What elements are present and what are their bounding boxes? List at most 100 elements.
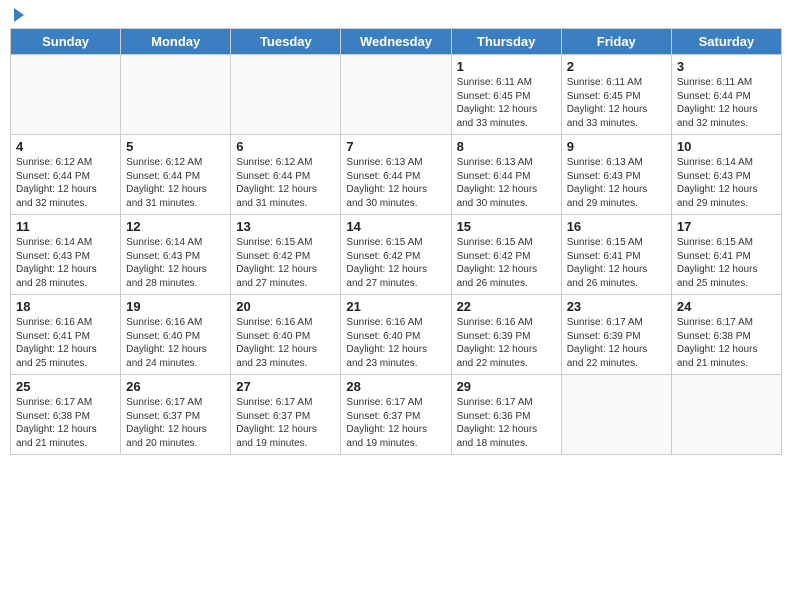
day-info: Sunrise: 6:17 AM Sunset: 6:38 PM Dayligh… xyxy=(16,396,115,450)
day-number: 6 xyxy=(236,139,335,154)
day-info: Sunrise: 6:14 AM Sunset: 6:43 PM Dayligh… xyxy=(677,156,776,210)
day-number: 16 xyxy=(567,219,666,234)
calendar-cell xyxy=(231,55,341,135)
day-info: Sunrise: 6:16 AM Sunset: 6:39 PM Dayligh… xyxy=(457,316,556,370)
calendar-cell: 29 Sunrise: 6:17 AM Sunset: 6:36 PM Dayli… xyxy=(451,375,561,455)
day-number: 24 xyxy=(677,299,776,314)
calendar-week-row: 1Sunrise: 6:11 AM Sunset: 6:45 PM Daylig… xyxy=(11,55,782,135)
calendar-cell: 19 Sunrise: 6:16 AM Sunset: 6:40 PM Dayli… xyxy=(121,295,231,375)
day-info: Sunrise: 6:15 AM Sunset: 6:41 PM Dayligh… xyxy=(677,236,776,290)
calendar-cell: 4Sunrise: 6:12 AM Sunset: 6:44 PM Daylig… xyxy=(11,135,121,215)
calendar-cell xyxy=(121,55,231,135)
day-info: Sunrise: 6:17 AM Sunset: 6:39 PM Dayligh… xyxy=(567,316,666,370)
calendar-cell: 16 Sunrise: 6:15 AM Sunset: 6:41 PM Dayli… xyxy=(561,215,671,295)
calendar-cell: 13 Sunrise: 6:15 AM Sunset: 6:42 PM Dayli… xyxy=(231,215,341,295)
calendar-cell: 10 Sunrise: 6:14 AM Sunset: 6:43 PM Dayli… xyxy=(671,135,781,215)
day-info: Sunrise: 6:15 AM Sunset: 6:42 PM Dayligh… xyxy=(457,236,556,290)
day-number: 17 xyxy=(677,219,776,234)
day-number: 20 xyxy=(236,299,335,314)
logo-arrow-icon xyxy=(14,8,24,22)
day-number: 27 xyxy=(236,379,335,394)
calendar-cell: 22 Sunrise: 6:16 AM Sunset: 6:39 PM Dayli… xyxy=(451,295,561,375)
calendar-week-row: 4Sunrise: 6:12 AM Sunset: 6:44 PM Daylig… xyxy=(11,135,782,215)
day-number: 15 xyxy=(457,219,556,234)
day-info: Sunrise: 6:16 AM Sunset: 6:41 PM Dayligh… xyxy=(16,316,115,370)
day-number: 10 xyxy=(677,139,776,154)
day-info: Sunrise: 6:11 AM Sunset: 6:44 PM Dayligh… xyxy=(677,76,776,130)
day-header-saturday: Saturday xyxy=(671,29,781,55)
calendar-cell: 18 Sunrise: 6:16 AM Sunset: 6:41 PM Dayli… xyxy=(11,295,121,375)
calendar-cell: 5 Sunrise: 6:12 AM Sunset: 6:44 PM Daylig… xyxy=(121,135,231,215)
day-info: Sunrise: 6:12 AM Sunset: 6:44 PM Dayligh… xyxy=(126,156,225,210)
day-header-friday: Friday xyxy=(561,29,671,55)
calendar-cell: 11 Sunrise: 6:14 AM Sunset: 6:43 PM Dayli… xyxy=(11,215,121,295)
day-number: 13 xyxy=(236,219,335,234)
calendar-cell: 2 Sunrise: 6:11 AM Sunset: 6:45 PM Daylig… xyxy=(561,55,671,135)
calendar-cell: 3Sunrise: 6:11 AM Sunset: 6:44 PM Daylig… xyxy=(671,55,781,135)
day-header-tuesday: Tuesday xyxy=(231,29,341,55)
day-info: Sunrise: 6:13 AM Sunset: 6:44 PM Dayligh… xyxy=(346,156,445,210)
day-header-monday: Monday xyxy=(121,29,231,55)
day-info: Sunrise: 6:16 AM Sunset: 6:40 PM Dayligh… xyxy=(236,316,335,370)
day-number: 8 xyxy=(457,139,556,154)
calendar-cell xyxy=(561,375,671,455)
day-info: Sunrise: 6:16 AM Sunset: 6:40 PM Dayligh… xyxy=(126,316,225,370)
day-number: 2 xyxy=(567,59,666,74)
day-number: 19 xyxy=(126,299,225,314)
day-info: Sunrise: 6:17 AM Sunset: 6:36 PM Dayligh… xyxy=(457,396,556,450)
day-header-sunday: Sunday xyxy=(11,29,121,55)
calendar-cell: 21 Sunrise: 6:16 AM Sunset: 6:40 PM Dayli… xyxy=(341,295,451,375)
calendar-cell: 25 Sunrise: 6:17 AM Sunset: 6:38 PM Dayli… xyxy=(11,375,121,455)
day-info: Sunrise: 6:15 AM Sunset: 6:41 PM Dayligh… xyxy=(567,236,666,290)
day-number: 7 xyxy=(346,139,445,154)
day-info: Sunrise: 6:17 AM Sunset: 6:37 PM Dayligh… xyxy=(346,396,445,450)
calendar-week-row: 18 Sunrise: 6:16 AM Sunset: 6:41 PM Dayli… xyxy=(11,295,782,375)
day-number: 18 xyxy=(16,299,115,314)
day-number: 22 xyxy=(457,299,556,314)
day-number: 25 xyxy=(16,379,115,394)
day-number: 14 xyxy=(346,219,445,234)
calendar-week-row: 25 Sunrise: 6:17 AM Sunset: 6:38 PM Dayli… xyxy=(11,375,782,455)
calendar-cell: 15 Sunrise: 6:15 AM Sunset: 6:42 PM Dayli… xyxy=(451,215,561,295)
day-info: Sunrise: 6:12 AM Sunset: 6:44 PM Dayligh… xyxy=(236,156,335,210)
day-info: Sunrise: 6:17 AM Sunset: 6:37 PM Dayligh… xyxy=(236,396,335,450)
day-number: 21 xyxy=(346,299,445,314)
calendar-cell: 14Sunrise: 6:15 AM Sunset: 6:42 PM Dayli… xyxy=(341,215,451,295)
calendar-cell: 7 Sunrise: 6:13 AM Sunset: 6:44 PM Daylig… xyxy=(341,135,451,215)
calendar-table: SundayMondayTuesdayWednesdayThursdayFrid… xyxy=(10,28,782,455)
day-info: Sunrise: 6:17 AM Sunset: 6:37 PM Dayligh… xyxy=(126,396,225,450)
day-number: 29 xyxy=(457,379,556,394)
day-number: 11 xyxy=(16,219,115,234)
calendar-cell: 12 Sunrise: 6:14 AM Sunset: 6:43 PM Dayli… xyxy=(121,215,231,295)
day-info: Sunrise: 6:15 AM Sunset: 6:42 PM Dayligh… xyxy=(236,236,335,290)
day-info: Sunrise: 6:14 AM Sunset: 6:43 PM Dayligh… xyxy=(16,236,115,290)
calendar-cell: 1Sunrise: 6:11 AM Sunset: 6:45 PM Daylig… xyxy=(451,55,561,135)
day-number: 23 xyxy=(567,299,666,314)
calendar-cell xyxy=(341,55,451,135)
day-header-wednesday: Wednesday xyxy=(341,29,451,55)
calendar-cell: 26Sunrise: 6:17 AM Sunset: 6:37 PM Dayli… xyxy=(121,375,231,455)
day-info: Sunrise: 6:11 AM Sunset: 6:45 PM Dayligh… xyxy=(457,76,556,130)
calendar-week-row: 11 Sunrise: 6:14 AM Sunset: 6:43 PM Dayli… xyxy=(11,215,782,295)
calendar-cell: 6 Sunrise: 6:12 AM Sunset: 6:44 PM Daylig… xyxy=(231,135,341,215)
header xyxy=(10,10,782,22)
day-info: Sunrise: 6:16 AM Sunset: 6:40 PM Dayligh… xyxy=(346,316,445,370)
day-info: Sunrise: 6:13 AM Sunset: 6:43 PM Dayligh… xyxy=(567,156,666,210)
day-info: Sunrise: 6:17 AM Sunset: 6:38 PM Dayligh… xyxy=(677,316,776,370)
calendar-cell xyxy=(11,55,121,135)
calendar-cell: 24 Sunrise: 6:17 AM Sunset: 6:38 PM Dayli… xyxy=(671,295,781,375)
day-info: Sunrise: 6:14 AM Sunset: 6:43 PM Dayligh… xyxy=(126,236,225,290)
calendar-cell: 27 Sunrise: 6:17 AM Sunset: 6:37 PM Dayli… xyxy=(231,375,341,455)
calendar-header-row: SundayMondayTuesdayWednesdayThursdayFrid… xyxy=(11,29,782,55)
day-number: 5 xyxy=(126,139,225,154)
calendar-cell: 9 Sunrise: 6:13 AM Sunset: 6:43 PM Daylig… xyxy=(561,135,671,215)
calendar-cell xyxy=(671,375,781,455)
day-info: Sunrise: 6:11 AM Sunset: 6:45 PM Dayligh… xyxy=(567,76,666,130)
calendar-cell: 8Sunrise: 6:13 AM Sunset: 6:44 PM Daylig… xyxy=(451,135,561,215)
day-header-thursday: Thursday xyxy=(451,29,561,55)
calendar-cell: 28 Sunrise: 6:17 AM Sunset: 6:37 PM Dayli… xyxy=(341,375,451,455)
day-number: 12 xyxy=(126,219,225,234)
logo xyxy=(10,10,24,22)
day-number: 9 xyxy=(567,139,666,154)
day-number: 28 xyxy=(346,379,445,394)
